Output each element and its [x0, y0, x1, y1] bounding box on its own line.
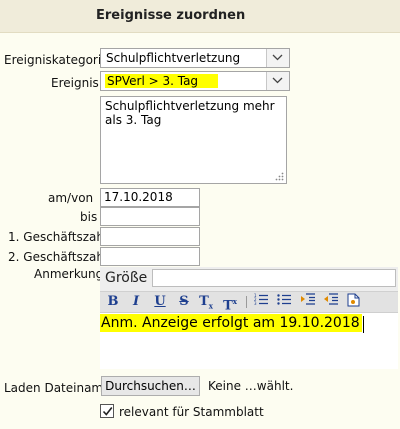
geschaeftszahl2-input[interactable] [100, 247, 200, 266]
ereignis-value: SPVerl > 3. Tag [105, 74, 219, 88]
am-von-label: am/von [48, 191, 94, 205]
geschaeftszahl1-input[interactable] [100, 227, 200, 246]
underline-button[interactable]: U [151, 293, 169, 311]
anmerkung-editor[interactable]: Größe B I U S Tx Tx 123 Anm. Anzeige erf… [100, 267, 398, 369]
editor-content[interactable]: Anm. Anzeige erfolgt am 19.10.2018 [100, 314, 362, 332]
ordered-list-icon[interactable]: 123 [252, 293, 270, 311]
ereignis-beschreibung[interactable]: Schulpflichtverletzung mehr als 3. Tag [100, 96, 287, 184]
superscript-button[interactable]: Tx [221, 293, 239, 314]
chevron-down-icon[interactable] [266, 49, 289, 67]
kategorie-select[interactable]: Schulpflichtverletzung [100, 48, 290, 68]
superscript-glyph: T [223, 298, 233, 314]
resize-grip-icon[interactable] [275, 172, 284, 181]
section-title: Ereignisse zuordnen [96, 8, 246, 23]
font-size-label: Größe [105, 270, 148, 286]
editor-toolbar-format: B I U S Tx Tx 123 [100, 291, 398, 313]
ereignis-select[interactable]: SPVerl > 3. Tag [100, 71, 290, 91]
editor-toolbar-top: Größe [100, 267, 398, 291]
bold-button[interactable]: B [104, 293, 122, 311]
strikethrough-button[interactable]: S [175, 293, 193, 311]
insert-file-icon[interactable] [344, 293, 362, 311]
geschaeftszahl1-label: 1. Geschäftszahl [8, 230, 108, 244]
am-von-value: 17.10.2018 [104, 190, 173, 204]
stammblatt-checkbox[interactable] [100, 404, 114, 418]
checkmark-icon [102, 407, 113, 416]
subscript-glyph: T [199, 294, 209, 309]
outdent-icon[interactable] [298, 293, 316, 311]
datei-label: Laden Dateiname [4, 381, 111, 395]
chevron-down-icon[interactable] [266, 72, 289, 90]
italic-button[interactable]: I [127, 293, 145, 311]
file-status: Keine …wählt. [208, 379, 294, 393]
browse-button[interactable]: Durchsuchen… [101, 376, 200, 396]
anmerkung-label: Anmerkung [34, 267, 104, 281]
kategorie-label: Ereigniskategorie [4, 53, 109, 67]
am-von-input[interactable]: 17.10.2018 [100, 188, 200, 207]
font-size-select[interactable] [152, 269, 396, 287]
svg-text:3: 3 [254, 301, 257, 305]
stammblatt-label: relevant für Stammblatt [119, 405, 264, 419]
beschreibung-text: Schulpflichtverletzung mehr als 3. Tag [105, 99, 275, 127]
subscript-button[interactable]: Tx [197, 293, 215, 311]
bullet-list-icon[interactable] [275, 293, 293, 311]
editor-text: Anm. Anzeige erfolgt am 19.10.2018 [100, 314, 362, 332]
bis-label: bis [80, 210, 98, 224]
toolbar-separator [246, 296, 247, 308]
kategorie-value: Schulpflichtverletzung [106, 51, 241, 65]
indent-icon[interactable] [321, 293, 339, 311]
ereignis-label: Ereignis [51, 76, 99, 90]
section-header: Ereignisse zuordnen [0, 0, 400, 33]
text-caret [363, 316, 364, 333]
geschaeftszahl2-label: 2. Geschäftszahl [8, 250, 108, 264]
bis-input[interactable] [100, 207, 200, 226]
